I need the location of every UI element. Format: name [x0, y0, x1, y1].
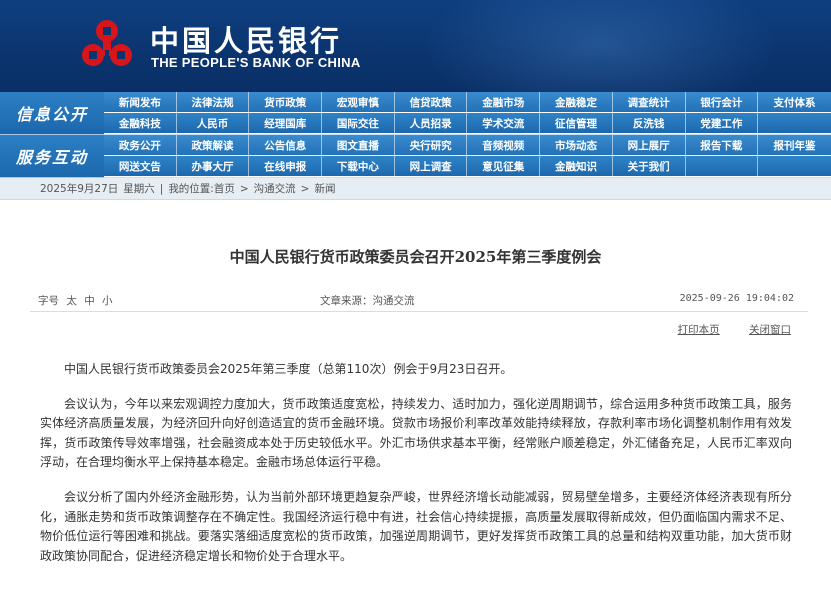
nav-item-financial-markets[interactable]: 金融市场	[467, 92, 541, 112]
article-tools: 打印本页 关闭窗口	[652, 322, 791, 337]
article-body: 中国人民银行货币政策委员会2025年第三季度（总第110次）例会于9月23日召开…	[40, 360, 792, 581]
nav-row: 新闻发布 法律法规 货币政策 宏观审慎 信贷政策 金融市场 金融稳定 调查统计 …	[104, 92, 831, 113]
nav-item-credit-policy[interactable]: 信贷政策	[395, 92, 468, 112]
nav-item-online-exhibition[interactable]: 网上展厅	[613, 135, 686, 155]
nav-item-media[interactable]: 音频视频	[467, 135, 541, 155]
nav-item-statistics[interactable]: 调查统计	[613, 92, 686, 112]
nav-item-treasury[interactable]: 经理国库	[249, 113, 323, 133]
article-datetime: 2025-09-26 19:04:02	[679, 293, 794, 304]
article-paragraph: 中国人民银行货币政策委员会2025年第三季度（总第110次）例会于9月23日召开…	[64, 362, 513, 376]
nav-item-reports[interactable]: 报告下载	[686, 135, 759, 155]
font-size-small-button[interactable]: 小	[102, 295, 113, 307]
nav-item-rmb[interactable]: 人民币	[177, 113, 250, 133]
article-title: 中国人民银行货币政策委员会召开2025年第三季度例会	[229, 248, 602, 266]
nav-item-macroprudential[interactable]: 宏观审慎	[322, 92, 395, 112]
breadcrumb-page-link[interactable]: 新闻	[314, 181, 335, 196]
breadcrumb-home-link[interactable]: 首页	[214, 181, 235, 196]
nav-item-accounting[interactable]: 银行会计	[686, 92, 759, 112]
nav-row: 政务公开 政策解读 公告信息 图文直播 央行研究 音频视频 市场动态 网上展厅 …	[104, 135, 831, 156]
nav-group-service: 服务互动 政务公开 政策解读 公告信息 图文直播 央行研究 音频视频 市场动态 …	[0, 135, 831, 178]
nav-item-financial-knowledge[interactable]: 金融知识	[540, 156, 613, 176]
nav-item-empty	[758, 113, 831, 133]
nav-item-anti-money-laundering[interactable]: 反洗钱	[613, 113, 686, 133]
nav-item-academic[interactable]: 学术交流	[467, 113, 541, 133]
nav-row: 金融科技 人民币 经理国库 国际交往 人员招录 学术交流 征信管理 反洗钱 党建…	[104, 113, 831, 134]
nav-item-feedback[interactable]: 意见征集	[467, 156, 541, 176]
nav-item-party-building[interactable]: 党建工作	[686, 113, 759, 133]
nav-group-label-info[interactable]: 信息公开	[0, 92, 104, 135]
nav-item-laws[interactable]: 法律法规	[177, 92, 250, 112]
nav-item-online-filing[interactable]: 在线申报	[249, 156, 323, 176]
nav-item-yearbooks[interactable]: 报刊年鉴	[758, 135, 831, 155]
nav-item-downloads[interactable]: 下载中心	[322, 156, 395, 176]
breadcrumb-divider: |	[159, 182, 164, 195]
current-date: 2025年9月27日	[40, 183, 119, 195]
article-meta: 字号 太 中 小 文章来源：沟通交流 2025-09-26 19:04:02	[30, 291, 808, 311]
nav-item-surveys[interactable]: 网上调查	[395, 156, 468, 176]
site-title-en: THE PEOPLE'S BANK OF CHINA	[151, 55, 361, 70]
nav-item-fintech[interactable]: 金融科技	[104, 113, 177, 133]
breadcrumb-separator: >	[239, 182, 249, 195]
nav-item-recruitment[interactable]: 人员招录	[395, 113, 468, 133]
nav-item-monetary-policy[interactable]: 货币政策	[249, 92, 323, 112]
nav-item-international[interactable]: 国际交往	[322, 113, 395, 133]
current-weekday: 星期六	[123, 183, 155, 195]
nav-rows-info: 新闻发布 法律法规 货币政策 宏观审慎 信贷政策 金融市场 金融稳定 调查统计 …	[104, 92, 831, 135]
breadcrumb: 2025年9月27日 星期六 | 我的位置: 首页 > 沟通交流 > 新闻	[0, 178, 831, 200]
font-size-switcher: 字号 太 中 小	[38, 293, 113, 308]
article-source: 文章来源：沟通交流	[320, 293, 415, 308]
nav-item-notices[interactable]: 网送文告	[104, 156, 177, 176]
banner-glow	[420, 0, 780, 92]
breadcrumb-separator: >	[300, 182, 310, 195]
nav-item-research[interactable]: 央行研究	[395, 135, 468, 155]
nav-item-news[interactable]: 新闻发布	[104, 92, 177, 112]
nav-item-credit-reference[interactable]: 征信管理	[540, 113, 613, 133]
nav-row: 网送文告 办事大厅 在线申报 下载中心 网上调查 意见征集 金融知识 关于我们	[104, 156, 831, 177]
site-title-cn: 中国人民银行	[150, 24, 343, 58]
nav-rows-service: 政务公开 政策解读 公告信息 图文直播 央行研究 音频视频 市场动态 网上展厅 …	[104, 135, 831, 178]
pboc-emblem-icon[interactable]	[76, 14, 138, 76]
article-paragraph: 会议认为，今年以来宏观调控力度加大，货币政策适度宽松，持续发力、适时加力，强化逆…	[40, 396, 792, 470]
nav-item-empty	[758, 156, 831, 176]
meta-divider	[30, 311, 808, 312]
nav-item-empty	[686, 156, 759, 176]
nav-item-government-affairs[interactable]: 政务公开	[104, 135, 177, 155]
close-window-link[interactable]: 关闭窗口	[749, 324, 791, 336]
print-page-link[interactable]: 打印本页	[678, 324, 720, 336]
article-source-label: 文章来源：	[320, 295, 373, 307]
nav-item-payment-system[interactable]: 支付体系	[758, 92, 831, 112]
nav-item-announcements[interactable]: 公告信息	[249, 135, 323, 155]
nav-item-financial-stability[interactable]: 金融稳定	[540, 92, 613, 112]
font-size-medium-button[interactable]: 中	[84, 295, 95, 307]
article-paragraph: 会议分析了国内外经济金融形势，认为当前外部环境更趋复杂严峻，世界经济增长动能减弱…	[40, 489, 792, 563]
article: 中国人民银行货币政策委员会召开2025年第三季度例会 字号 太 中 小 文章来源…	[0, 200, 831, 593]
nav-group-label-service[interactable]: 服务互动	[0, 135, 104, 178]
article-source-value: 沟通交流	[372, 295, 415, 307]
nav-item-market-news[interactable]: 市场动态	[540, 135, 613, 155]
nav-item-about-us[interactable]: 关于我们	[613, 156, 686, 176]
breadcrumb-section-link[interactable]: 沟通交流	[254, 181, 296, 196]
nav-group-info: 信息公开 新闻发布 法律法规 货币政策 宏观审慎 信贷政策 金融市场 金融稳定 …	[0, 92, 831, 135]
nav-item-policy-interpretation[interactable]: 政策解读	[177, 135, 250, 155]
font-size-label: 字号	[38, 295, 59, 307]
font-size-large-button[interactable]: 太	[66, 295, 77, 307]
main-navigation: 信息公开 新闻发布 法律法规 货币政策 宏观审慎 信贷政策 金融市场 金融稳定 …	[0, 92, 831, 178]
nav-item-live[interactable]: 图文直播	[322, 135, 395, 155]
breadcrumb-prefix: 我的位置:	[168, 183, 214, 195]
nav-item-service-hall[interactable]: 办事大厅	[177, 156, 250, 176]
header-banner: 中国人民银行 THE PEOPLE'S BANK OF CHINA	[0, 0, 831, 92]
